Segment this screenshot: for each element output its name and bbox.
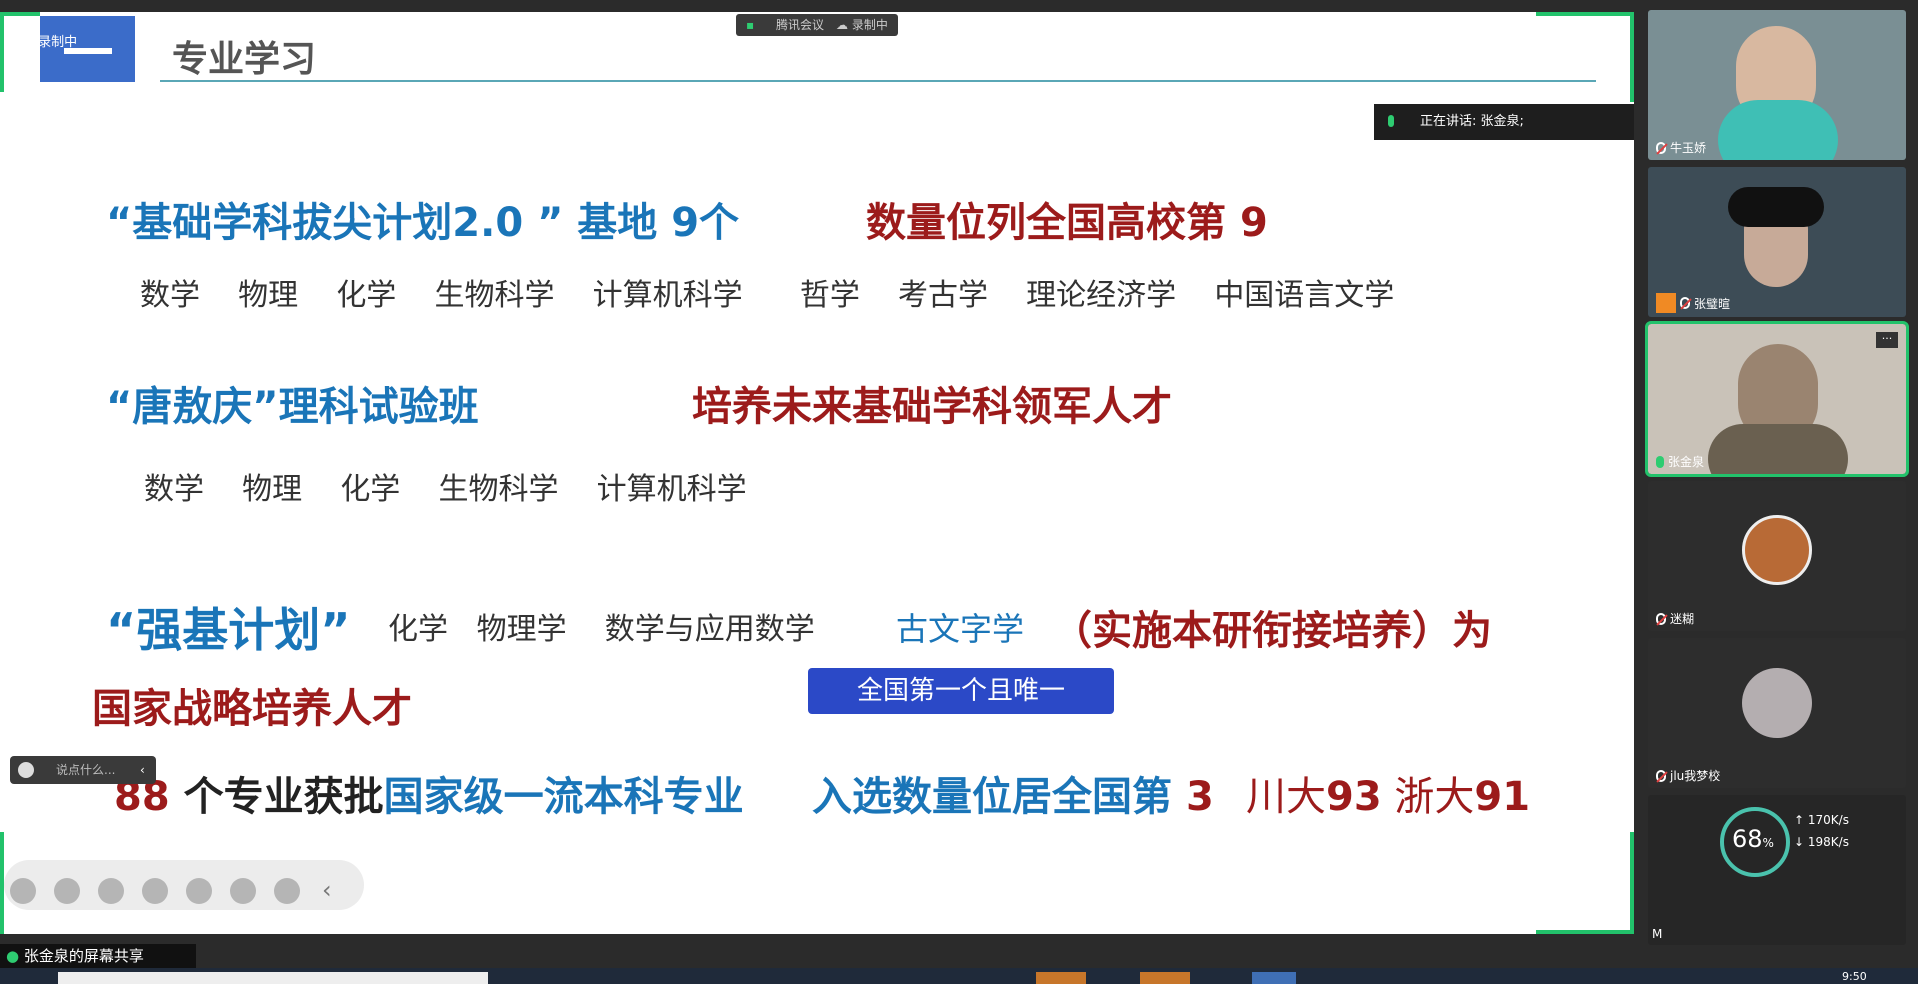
line3-subjects: 化学 物理学 数学与应用数学 [388, 612, 815, 647]
screenshot-icon[interactable] [142, 878, 168, 904]
mic-off-icon [1656, 612, 1666, 625]
participant-tile[interactable]: 牛玉娇 [1648, 10, 1906, 160]
meeting-tag: ▪ 腾讯会议 ☁ 录制中 [736, 14, 898, 36]
pen-icon[interactable] [98, 878, 124, 904]
participant-tile-active[interactable]: ··· 张金泉 [1645, 321, 1909, 477]
chevron-left-icon[interactable]: ‹ [140, 756, 145, 784]
line2-subjects: 数学 物理 化学 生物科学 计算机科学 [144, 472, 747, 507]
next-icon[interactable] [54, 878, 80, 904]
camera-icon[interactable] [186, 878, 212, 904]
shared-slide: ☁ 录制中 专业学习 正在讲话: 张金泉; “基础学科拔尖计划2.0 ” 基地 … [0, 12, 1634, 934]
screen-share-label: ● 张金泉的屏幕共享 [0, 944, 196, 968]
mic-on-icon [1656, 455, 1664, 468]
taskbar-app[interactable] [1036, 972, 1086, 984]
mic-icon: ● [6, 947, 20, 965]
mic-off-icon [1680, 297, 1690, 309]
speaking-indicator: 正在讲话: 张金泉; [1374, 104, 1634, 140]
taskbar-app[interactable] [1252, 972, 1296, 984]
line3-note-cont: 国家战略培养人才 [92, 685, 412, 732]
participant-tile[interactable]: 迷糊 [1648, 481, 1906, 631]
mic-off-icon [1656, 769, 1666, 782]
more-icon[interactable]: ··· [1876, 332, 1898, 348]
share-border-marker [1630, 832, 1634, 934]
title-underline [160, 80, 1596, 82]
participant-tile[interactable]: jlu我梦校 [1648, 638, 1906, 788]
window-top-bar [0, 0, 1918, 12]
line2-goal: 培养未来基础学科领军人才 [692, 383, 1172, 430]
share-border-marker [1536, 930, 1634, 934]
chat-icon[interactable] [230, 878, 256, 904]
prev-icon[interactable] [10, 878, 36, 904]
avatar [1742, 668, 1812, 738]
line3-highlight: 古文字学 [896, 610, 1025, 648]
slide-title: 专业学习 [172, 39, 317, 80]
collapse-icon[interactable]: ‹ [322, 876, 332, 904]
line1-subjects: 数学 物理 化学 生物科学 计算机科学 哲学 考古学 理论经济学 中国语言文学 [140, 278, 1395, 313]
taskbar-app[interactable] [1140, 972, 1190, 984]
more-icon[interactable] [274, 878, 300, 904]
line1-title: “基础学科拔尖计划2.0 ” 基地 9个 [106, 200, 740, 246]
line2-title: “唐敖庆”理科试验班 [106, 384, 479, 430]
chat-input[interactable]: 说点什么... ‹ [10, 756, 156, 784]
line4: 88 个专业获批国家级一流本科专业 [114, 774, 744, 820]
avatar [1742, 515, 1812, 585]
line3-title: “强基计划” [106, 603, 351, 657]
taskbar: 9:50 [0, 968, 1918, 984]
line1-rank: 数量位列全国高校第 9 [866, 200, 1268, 246]
line4-compare: 川大93 浙大91 [1246, 774, 1531, 820]
taskbar-window[interactable] [58, 972, 488, 984]
line3-note: （实施本研衔接培养）为 [1052, 607, 1492, 654]
recording-badge[interactable]: ☁ 录制中 [14, 32, 85, 52]
line4-rank: 入选数量位居全国第 3 [812, 774, 1214, 820]
share-border-marker [0, 12, 4, 92]
host-icon [1656, 293, 1676, 313]
mic-off-icon [1656, 141, 1666, 154]
share-border-marker [1630, 12, 1634, 102]
emoji-icon[interactable] [18, 762, 34, 778]
participant-tile[interactable]: 68% ↑ 170K/s ↓ 198K/s M [1648, 795, 1906, 945]
participant-tile[interactable]: 张璧暄 [1648, 167, 1906, 317]
network-icon: ▪ [746, 18, 755, 32]
cloud-icon: ☁ [22, 35, 34, 49]
clock: 9:50 [1842, 970, 1867, 983]
share-border-marker [1536, 12, 1634, 16]
mic-icon [1388, 115, 1394, 127]
share-border-marker [0, 12, 40, 16]
unique-badge: 全国第一个且唯一 [808, 668, 1114, 714]
